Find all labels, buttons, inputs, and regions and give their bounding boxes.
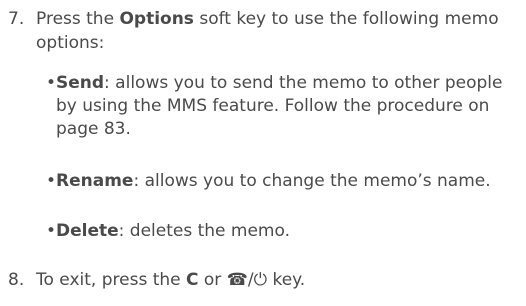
list-item-rename: • Rename: allows you to change the memo’… <box>46 170 516 193</box>
step-text-after: key. <box>267 270 306 290</box>
list-item-send: • Send: allows you to send the memo to o… <box>46 72 516 141</box>
list-item-delete: • Delete: deletes the memo. <box>46 220 516 243</box>
bullet-icon: • <box>46 73 57 93</box>
option-name: Send <box>56 73 105 93</box>
option-desc: : allows you to send the memo to other p… <box>56 73 503 139</box>
bullet-icon: • <box>46 221 57 241</box>
step-text: To exit, press the C or ☎/⏻ key. <box>36 268 518 292</box>
step-7: 7. Press the Options soft key to use the… <box>8 7 518 55</box>
end-power-key-icon: ☎/⏻ <box>226 270 268 290</box>
step-text-before: To exit, press the <box>36 270 187 290</box>
bullet-icon: • <box>46 171 57 191</box>
c-key-label: C <box>186 270 199 290</box>
option-desc: : deletes the memo. <box>118 221 290 241</box>
options-label: Options <box>119 9 194 29</box>
manual-page: 7. Press the Options soft key to use the… <box>0 0 526 306</box>
step-number: 8. <box>8 270 25 290</box>
option-name: Delete <box>56 221 119 241</box>
option-desc: : allows you to change the memo’s name. <box>133 171 491 191</box>
step-number: 7. <box>8 9 25 29</box>
step-text-mid: or <box>198 270 227 290</box>
step-text-before: Press the <box>36 9 120 29</box>
step-8: 8. To exit, press the C or ☎/⏻ key. <box>8 268 518 292</box>
step-text: Press the Options soft key to use the fo… <box>36 7 518 55</box>
option-name: Rename <box>56 171 134 191</box>
